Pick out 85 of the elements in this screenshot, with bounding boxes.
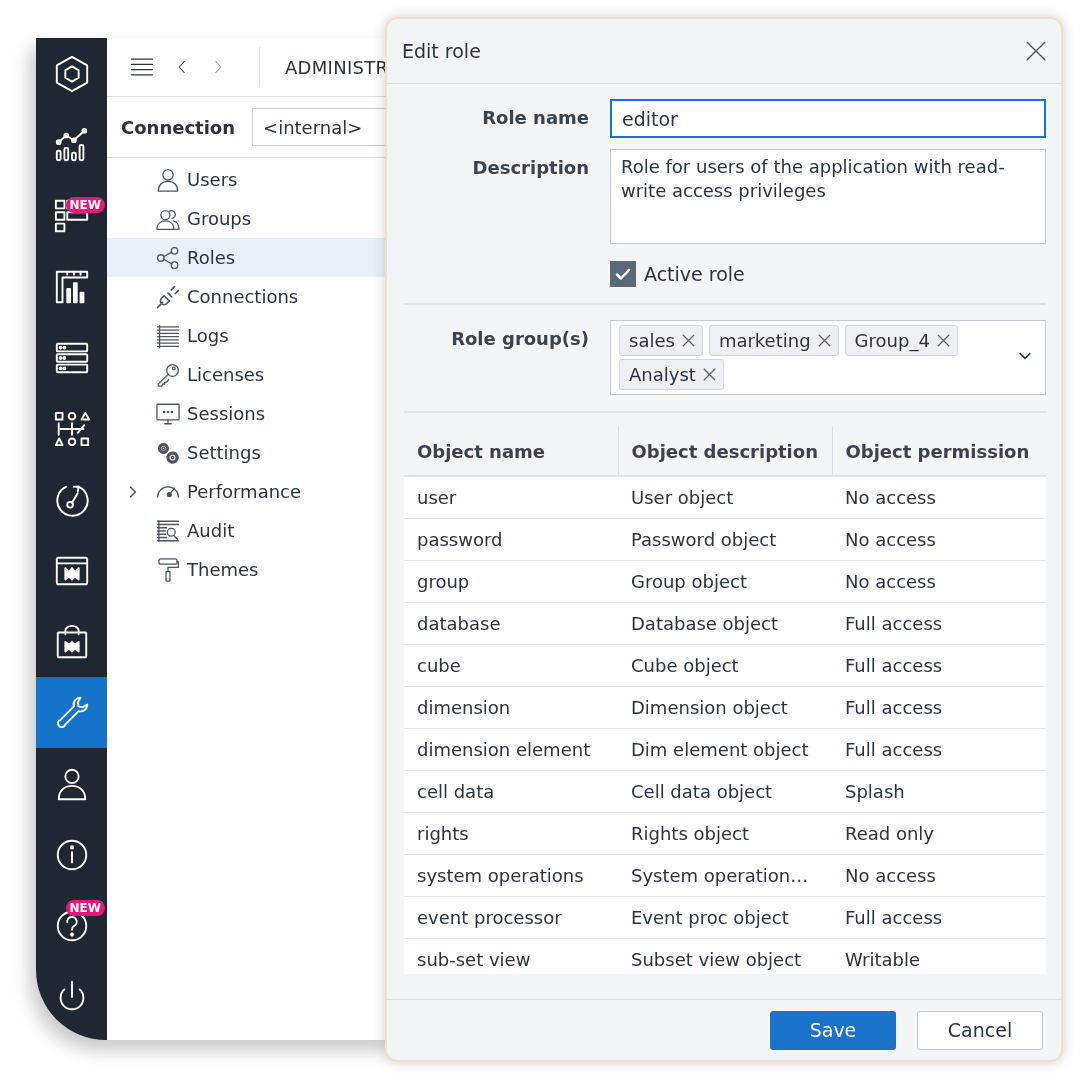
- remove-tag-button[interactable]: [816, 333, 832, 348]
- table-cell: No access: [832, 854, 1046, 897]
- table-cell: Full access: [832, 644, 1046, 687]
- description-label: Description: [471, 156, 589, 178]
- share-icon: [155, 244, 181, 271]
- nav-item[interactable]: Themes: [107, 550, 396, 589]
- table-cell: Full access: [832, 686, 1046, 729]
- dialog-title: Edit role: [402, 40, 481, 62]
- table-cell: dimension element: [404, 728, 618, 771]
- table-cell: user: [404, 476, 618, 519]
- table-cell: Full access: [832, 896, 1046, 939]
- cancel-button[interactable]: Cancel: [917, 1010, 1043, 1050]
- close-icon: [1025, 40, 1047, 62]
- close-button[interactable]: [1025, 40, 1047, 62]
- table-cell: Event proc object: [618, 896, 832, 939]
- key-icon: [155, 361, 181, 388]
- remove-tag-button[interactable]: [935, 333, 951, 348]
- table-cell: dimension: [404, 686, 618, 729]
- active-role-label: Active role: [644, 263, 745, 285]
- rail-button[interactable]: NEW: [36, 180, 107, 251]
- table-cell: sub-set view: [404, 938, 618, 974]
- active-checkbox[interactable]: [610, 261, 636, 287]
- audit-icon: [155, 517, 181, 544]
- rail-button[interactable]: NEW: [36, 890, 107, 961]
- workflow-icon: [52, 409, 91, 448]
- table-cell: Dimension object: [618, 686, 832, 729]
- role-groups-field[interactable]: sales marketing Group_4 Analyst: [610, 320, 1046, 395]
- table-cell: No access: [832, 476, 1046, 519]
- plug-icon: [155, 283, 181, 310]
- group-tag: Group_4: [844, 325, 958, 356]
- remove-tag-button[interactable]: [680, 333, 696, 348]
- group-tag: sales: [619, 325, 703, 356]
- connection-label: Connection: [121, 116, 236, 138]
- table-cell: Full access: [832, 728, 1046, 771]
- table-cell: password: [404, 518, 618, 561]
- table-cell: group: [404, 560, 618, 603]
- table-cell: User object: [618, 476, 832, 519]
- table-cell: Cell data object: [618, 770, 832, 813]
- page-title: ADMINISTR: [285, 56, 389, 78]
- close-icon: [680, 333, 696, 348]
- table-cell: Cube object: [618, 644, 832, 687]
- group-tag: Analyst: [619, 359, 724, 390]
- table-cell: system operations: [404, 854, 618, 897]
- table-cell: Read only: [832, 812, 1046, 855]
- description-field[interactable]: Role for users of the application with read-write access privileges: [610, 149, 1046, 244]
- table-cell: database: [404, 602, 618, 645]
- role-name-field[interactable]: editor: [610, 99, 1046, 138]
- remove-tag-button[interactable]: [701, 367, 717, 382]
- table-cell: event processor: [404, 896, 618, 939]
- table-cell: cell data: [404, 770, 618, 813]
- nav-item[interactable]: Groups: [107, 199, 396, 238]
- table-cell: Subset view object: [618, 938, 832, 974]
- table-cell: System operation…: [618, 854, 832, 897]
- table-cell: Database object: [618, 602, 832, 645]
- role-name-label: Role name: [481, 106, 589, 128]
- nav-item[interactable]: Settings: [107, 433, 396, 472]
- new-badge: NEW: [65, 197, 105, 213]
- list-icon: [155, 322, 181, 349]
- close-icon: [816, 333, 832, 348]
- user-icon: [155, 166, 181, 193]
- table-cell: No access: [832, 518, 1046, 561]
- table-cell: Dim element object: [618, 728, 832, 771]
- table-cell: Password object: [618, 518, 832, 561]
- table-cell: cube: [404, 644, 618, 687]
- nav-item[interactable]: Connections: [107, 277, 396, 316]
- close-icon: [935, 333, 951, 348]
- table-cell: Group object: [618, 560, 832, 603]
- table-cell: Rights object: [618, 812, 832, 855]
- role-groups-label: Role group(s): [450, 327, 589, 349]
- save-button[interactable]: Save: [770, 1010, 896, 1050]
- paint-roller-icon: [155, 556, 181, 583]
- close-icon: [701, 367, 717, 382]
- table-cell: No access: [832, 560, 1046, 603]
- nav-item[interactable]: Users: [107, 160, 396, 199]
- table-cell: Writable: [832, 938, 1046, 974]
- nav-item[interactable]: Logs: [107, 316, 396, 355]
- table-cell: rights: [404, 812, 618, 855]
- new-badge: NEW: [65, 900, 105, 916]
- table-cell: Full access: [832, 602, 1046, 645]
- nav-item[interactable]: Sessions: [107, 394, 396, 433]
- group-tag: marketing: [708, 325, 839, 356]
- nav-item[interactable]: Audit: [107, 511, 396, 550]
- nav-item[interactable]: Licenses: [107, 355, 396, 394]
- table-cell: Splash: [832, 770, 1046, 813]
- nav-item[interactable]: Performance: [107, 472, 396, 511]
